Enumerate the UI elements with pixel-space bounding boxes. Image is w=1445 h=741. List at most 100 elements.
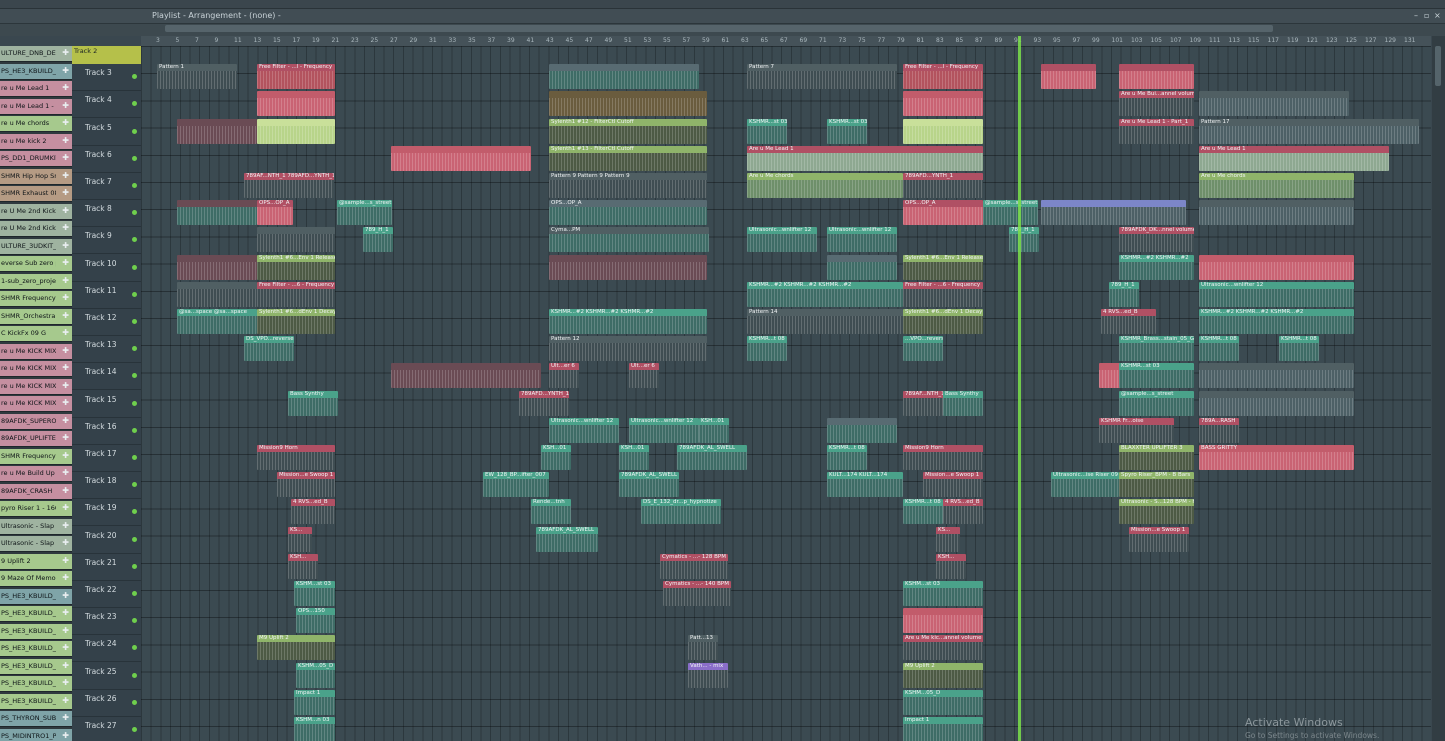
track-header[interactable]: Track 13 — [72, 335, 141, 364]
channel-route-icon[interactable]: ✚ — [62, 486, 69, 495]
playlist-clip[interactable]: OPS...150 — [296, 608, 335, 634]
playlist-clip[interactable]: Free Filter - ...l - Frequency — [903, 64, 983, 90]
channel-route-icon[interactable]: ✚ — [62, 328, 69, 337]
playlist-clip[interactable]: KSH... — [936, 553, 966, 579]
track-enable-icon[interactable] — [132, 373, 137, 379]
channel-route-icon[interactable]: ✚ — [62, 381, 69, 390]
channel-item[interactable]: re u Me Lead 1 ✚ — [0, 81, 72, 97]
track-enable-icon[interactable] — [132, 727, 137, 732]
channel-item[interactable]: PS_HE3_KBUILD_CR... ✚ — [0, 676, 72, 692]
playlist-clip[interactable]: 789AFD...YNTH_1 — [903, 173, 983, 198]
playlist-clip[interactable]: KSH... — [288, 553, 318, 579]
playlist-clip[interactable]: 4 RVS...ed_B — [943, 499, 983, 525]
playlist-clip[interactable]: Ultrasonic...wnlifter 12 — [629, 417, 699, 443]
playlist-clip[interactable]: KSHMR...#2 KSHMR...#2 KSHMR...#2 — [1199, 309, 1354, 334]
horizontal-scrollbar[interactable] — [165, 25, 1273, 32]
playlist-clip[interactable] — [177, 254, 257, 280]
track-enable-icon[interactable] — [132, 672, 137, 678]
channel-item[interactable]: re u Me KICK MIXED... ✚ — [0, 378, 72, 395]
channel-route-icon[interactable]: ✚ — [62, 626, 69, 635]
channel-route-icon[interactable]: ✚ — [62, 451, 69, 460]
channel-route-icon[interactable]: ✚ — [62, 101, 69, 110]
channel-route-icon[interactable]: ✚ — [62, 416, 69, 425]
channel-item[interactable]: everse Sub zero pro... ✚ — [0, 256, 72, 272]
playlist-clip[interactable]: KSHM...n 03 — [294, 717, 335, 741]
playlist-clip[interactable]: KSHM...05_D — [296, 662, 335, 688]
channel-route-icon[interactable]: ✚ — [62, 276, 69, 285]
track-header[interactable]: Track 22 — [72, 580, 141, 608]
playlist-clip[interactable]: Ultrasonic...wnlifter 12 — [827, 227, 897, 253]
playlist-clip[interactable]: Vath... - mix — [688, 662, 728, 688]
channel-route-icon[interactable]: ✚ — [62, 241, 69, 250]
channel-item[interactable]: SHMR Hip Hop Snar... ✚ — [0, 168, 72, 185]
track-enable-icon[interactable] — [132, 237, 137, 243]
playlist-clip[interactable]: Cyma...PM — [549, 227, 709, 253]
playlist-clip[interactable]: Rende...tnh — [531, 499, 571, 525]
channel-item[interactable]: PS_HE3_KBUILD_CR... ✚ — [0, 623, 72, 640]
playlist-clip[interactable]: 4 RVS...ed_B — [1101, 309, 1156, 334]
playlist-clip[interactable]: KULT...174 KULT...174 — [827, 472, 903, 498]
playlist-clip[interactable]: KSHM...st 03 — [294, 581, 335, 606]
track-header[interactable]: Track 20 — [72, 526, 141, 554]
channel-route-icon[interactable]: ✚ — [62, 503, 69, 512]
playlist-clip[interactable]: KSHMR...#2 KSHMR...#2 KSHMR...#2 — [747, 281, 903, 307]
track-enable-icon[interactable] — [132, 155, 137, 161]
track-header[interactable]: Track 16 — [72, 417, 141, 445]
channel-item[interactable]: SHMR Exhaust 08 ✚ — [0, 186, 72, 202]
channel-item[interactable]: SHMR Frequency Fill... ✚ — [0, 448, 72, 465]
track-enable-icon[interactable] — [132, 291, 137, 297]
channel-route-icon[interactable]: ✚ — [62, 118, 69, 127]
playlist-clip[interactable] — [903, 608, 983, 634]
track-header[interactable]: Track 27 — [72, 716, 141, 741]
playlist-clip[interactable]: 789AF...NTH_1 789AFD...YNTH_1 — [244, 173, 334, 198]
playlist-clip[interactable]: Impact 1 — [294, 689, 335, 715]
track-header[interactable]: Track 18 — [72, 471, 141, 500]
playlist-clip[interactable]: KSHM...05_D — [903, 689, 983, 715]
playlist-clip[interactable] — [177, 118, 257, 144]
playlist-clip[interactable] — [1199, 363, 1354, 389]
playlist-clip[interactable] — [177, 281, 257, 307]
channel-route-icon[interactable]: ✚ — [62, 363, 69, 372]
channel-item[interactable]: SHMR_Orchestral_D... ✚ — [0, 308, 72, 325]
channel-item[interactable]: PS_HE3_KBUILD_CR... ✚ — [0, 641, 72, 657]
playlist-clip[interactable]: Pattern 12 — [549, 336, 707, 362]
track-enable-icon[interactable] — [132, 591, 137, 596]
track-header[interactable]: Track 3 — [72, 63, 141, 92]
channel-route-icon[interactable]: ✚ — [62, 538, 69, 547]
playlist-clip[interactable]: 789AFDK_AL_SWELL — [536, 526, 598, 552]
playlist-clip[interactable]: Patt...13 — [688, 635, 718, 661]
playlist-clip[interactable]: Bass Synthy — [288, 390, 338, 416]
channel-route-icon[interactable]: ✚ — [62, 223, 69, 232]
channel-route-icon[interactable]: ✚ — [62, 48, 69, 57]
channel-item[interactable]: 89AFDK_SUPERONIC... ✚ — [0, 413, 72, 430]
channel-item[interactable]: re u Me chords ✚ — [0, 116, 72, 132]
channel-route-icon[interactable]: ✚ — [62, 643, 69, 652]
channel-route-icon[interactable]: ✚ — [62, 468, 69, 477]
channel-route-icon[interactable]: ✚ — [62, 556, 69, 565]
playlist-grid[interactable]: Pattern 1 Free Filter - ...l - Frequency P… — [141, 46, 1431, 741]
maximize-button[interactable]: ▫ — [1424, 11, 1429, 20]
playlist-clip[interactable]: KSHMR...t 08 — [827, 445, 867, 470]
playlist-clip[interactable]: KSHMR...t 08 — [1199, 336, 1239, 362]
playlist-clip[interactable]: DS_VPO...reverse — [244, 336, 294, 362]
playlist-clip[interactable]: M9 Uplift 2 — [257, 635, 335, 661]
channel-item[interactable]: re u Me Lead 1 - Pa... ✚ — [0, 98, 72, 115]
playlist-clip[interactable]: KSHMR...st 03 — [827, 118, 867, 144]
playlist-clip[interactable]: @sa...space @sa...space — [177, 309, 257, 334]
playlist-clip[interactable] — [1119, 64, 1194, 90]
channel-item[interactable]: Ultrasonic - Slap Ho... ✚ — [0, 518, 72, 535]
playlist-clip[interactable]: KSHMR...t 08 — [747, 336, 787, 362]
playlist-clip[interactable]: Are u Me Lead 1 — [1199, 145, 1389, 171]
channel-route-icon[interactable]: ✚ — [62, 171, 69, 180]
track-header[interactable]: Track 8 — [72, 199, 141, 228]
playlist-clip[interactable]: @sample...s_street — [337, 200, 392, 226]
playlist-clip[interactable]: Ult...er 6 — [629, 363, 659, 389]
channel-item[interactable]: ULTURE_3UDKIT_B... ✚ — [0, 238, 72, 255]
playlist-clip[interactable]: Pattern 17 — [1199, 118, 1419, 144]
channel-item[interactable]: PS_MIDINTRO1_PU... ✚ — [0, 728, 72, 741]
playlist-clip[interactable]: BLAXXTER UPLIFTER 3 — [1119, 445, 1194, 470]
playlist-clip[interactable]: Sylenth1 #6...Env 1 Release — [903, 254, 983, 280]
playlist-clip[interactable] — [1041, 64, 1096, 90]
channel-item[interactable]: PS_THYRON_SUB_P... ✚ — [0, 711, 72, 727]
playlist-clip[interactable] — [549, 64, 699, 90]
